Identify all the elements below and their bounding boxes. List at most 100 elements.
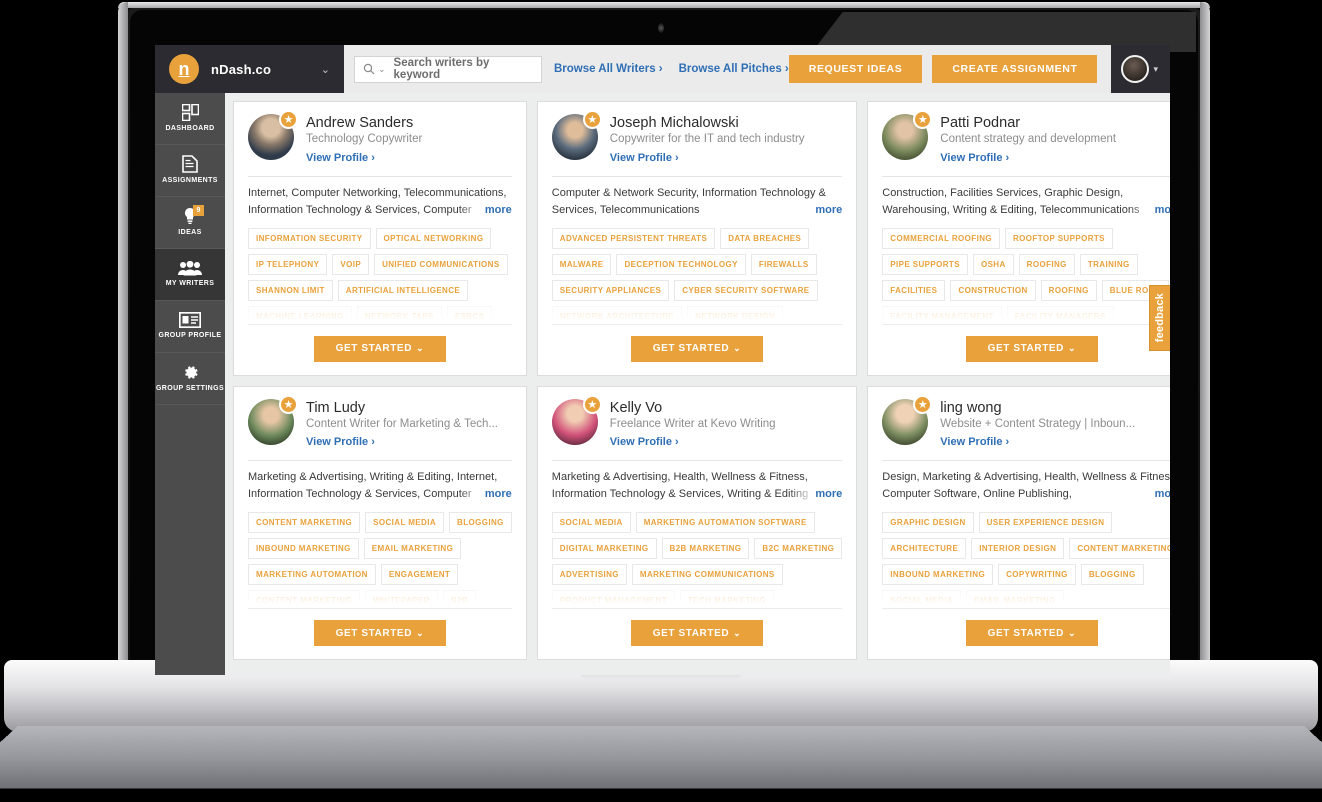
topic-tag[interactable]: NETWORK ARCHITECTURE — [551, 305, 683, 324]
search-input[interactable]: ⌄ Search writers by keyword — [353, 55, 542, 83]
topic-tag[interactable]: SOCIAL MEDIA — [882, 590, 962, 609]
topic-tag[interactable]: NETWORK DESIGN — [687, 305, 783, 324]
topic-tag[interactable]: B2B — [442, 590, 477, 609]
browse-all-writers-link[interactable]: Browse All Writers › — [554, 63, 663, 75]
topic-tag[interactable]: INBOUND MARKETING — [248, 538, 359, 560]
sidebar-item-ideas[interactable]: 9 IDEAS — [155, 197, 225, 249]
sidebar-item-my-writers[interactable]: MY WRITERS — [155, 249, 225, 301]
topic-tag[interactable]: IP TELEPHONY — [248, 253, 328, 275]
topic-tag[interactable]: EMAIL MARKETING — [363, 538, 462, 560]
get-started-button[interactable]: GET STARTED ⌄ — [630, 620, 764, 647]
browse-all-pitches-link[interactable]: Browse All Pitches › — [679, 63, 789, 75]
view-profile-link[interactable]: View Profile › — [306, 436, 375, 448]
sidebar-item-group-settings[interactable]: GROUP SETTINGS — [155, 353, 225, 405]
more-link[interactable]: more — [789, 201, 843, 219]
more-link[interactable]: more — [458, 201, 512, 219]
more-link[interactable]: more — [1128, 486, 1170, 504]
topic-tag[interactable]: B2C MARKETING — [754, 538, 843, 560]
topic-tag[interactable]: FACILITY MANAGEMENT — [882, 305, 1002, 324]
topic-tag[interactable]: SOCIAL MEDIA — [365, 512, 445, 534]
topic-tag[interactable]: MARKETING AUTOMATION — [248, 564, 376, 586]
topic-tag[interactable]: CONTENT MARKETING — [1069, 538, 1170, 560]
topic-tag[interactable]: BLOGGING — [449, 512, 512, 534]
view-profile-link[interactable]: View Profile › — [610, 152, 679, 164]
topic-tag[interactable]: PIPE SUPPORTS — [882, 253, 968, 275]
writer-industries: Construction, Facilities Services, Graph… — [882, 185, 1170, 219]
topic-tag[interactable]: CONTENT MARKETING — [248, 590, 361, 609]
topic-tag[interactable]: MACHINE LEARNING — [248, 305, 352, 324]
topic-tag[interactable]: ESBCS — [446, 305, 493, 324]
feedback-tab[interactable]: feedback — [1149, 285, 1170, 351]
topic-tag[interactable]: GRAPHIC DESIGN — [882, 512, 974, 534]
get-started-button[interactable]: GET STARTED ⌄ — [965, 335, 1099, 362]
tag-row: INBOUND MARKETING EMAIL MARKETING — [248, 538, 512, 560]
topic-tag[interactable]: ADVERTISING — [551, 564, 627, 586]
topic-tag[interactable]: ROOFING — [1040, 279, 1097, 301]
brand-selector[interactable]: n nDash.co ⌄ — [155, 45, 344, 93]
sidebar-item-assignments[interactable]: ASSIGNMENTS — [155, 145, 225, 197]
get-started-button[interactable]: GET STARTED ⌄ — [313, 335, 447, 362]
sidebar-item-label: MY WRITERS — [165, 279, 215, 287]
topic-tag[interactable]: ARCHITECTURE — [882, 538, 967, 560]
more-link[interactable]: more — [1128, 201, 1170, 219]
sidebar-item-group-profile[interactable]: GROUP PROFILE — [155, 301, 225, 353]
topic-tag[interactable]: MALWARE — [551, 253, 612, 275]
topic-tag[interactable]: ROOFTOP SUPPORTS — [1005, 227, 1113, 249]
writer-header: ★ ling wong Website + Content Strategy | I… — [882, 394, 1170, 451]
topic-tag[interactable]: VOIP — [332, 253, 370, 275]
topic-tag[interactable]: EMAIL MARKETING — [966, 590, 1064, 609]
topic-tag[interactable]: PRODUCT MANAGEMENT — [551, 590, 675, 609]
more-link[interactable]: more — [789, 486, 843, 504]
topic-tag[interactable]: NETWORK TAPS — [356, 305, 442, 324]
id-card-icon — [179, 312, 201, 329]
topic-tag[interactable]: SOCIAL MEDIA — [551, 512, 631, 534]
get-started-button[interactable]: GET STARTED ⌄ — [313, 620, 447, 647]
topic-tag[interactable]: OPTICAL NETWORKING — [375, 227, 492, 249]
topic-tag[interactable]: B2B MARKETING — [661, 538, 750, 560]
account-menu[interactable]: ▾ — [1111, 45, 1170, 93]
view-profile-link[interactable]: View Profile › — [610, 436, 679, 448]
search-filter-chevron-icon[interactable]: ⌄ — [378, 64, 386, 75]
topic-tag[interactable]: OSHA — [972, 253, 1014, 275]
topic-tag[interactable]: INFORMATION SECURITY — [248, 227, 371, 249]
topic-tag[interactable]: FACILITY MANAGERS — [1006, 305, 1114, 324]
topic-tag[interactable]: CONTENT MARKETING — [248, 512, 361, 534]
topic-tag[interactable]: MARKETING COMMUNICATIONS — [631, 564, 783, 586]
topic-tag[interactable]: ROOFING — [1018, 253, 1075, 275]
topic-tag[interactable]: TECH MARKETING — [680, 590, 775, 609]
topic-tag[interactable]: INBOUND MARKETING — [882, 564, 994, 586]
topic-tag[interactable]: ADVANCED PERSISTENT THREATS — [551, 227, 716, 249]
topic-tag[interactable]: MARKETING AUTOMATION SOFTWARE — [635, 512, 815, 534]
view-profile-link[interactable]: View Profile › — [306, 152, 375, 164]
topic-tag[interactable]: COMMERCIAL ROOFING — [882, 227, 1000, 249]
more-link[interactable]: more — [458, 486, 512, 504]
topic-tag[interactable]: FIREWALLS — [750, 253, 817, 275]
topic-tag[interactable]: CONSTRUCTION — [950, 279, 1036, 301]
topic-tag[interactable]: COPYWRITING — [998, 564, 1076, 586]
topic-tag[interactable]: BLOGGING — [1080, 564, 1144, 586]
topic-tag[interactable]: UNIFIED COMMUNICATIONS — [374, 253, 508, 275]
topic-tag[interactable]: USER EXPERIENCE DESIGN — [978, 512, 1113, 534]
writer-card: ★ Kelly Vo Freelance Writer at Kevo Writin… — [536, 385, 858, 661]
topic-tag[interactable]: WHITEPAPER — [365, 590, 438, 609]
topic-tag[interactable]: TRAINING — [1079, 253, 1138, 275]
topic-tag[interactable]: INTERIOR DESIGN — [971, 538, 1065, 560]
view-profile-link[interactable]: View Profile › — [940, 152, 1009, 164]
topic-tag[interactable]: SHANNON LIMIT — [248, 279, 333, 301]
view-profile-link[interactable]: View Profile › — [940, 436, 1009, 448]
request-ideas-button[interactable]: REQUEST IDEAS — [788, 55, 923, 83]
topic-tag[interactable]: FACILITIES — [882, 279, 946, 301]
topic-tag[interactable]: ARTIFICIAL INTELLIGENCE — [337, 279, 469, 301]
create-assignment-button[interactable]: CREATE ASSIGNMENT — [932, 55, 1098, 83]
topic-tag[interactable]: DECEPTION TECHNOLOGY — [616, 253, 746, 275]
topic-tag[interactable]: ENGAGEMENT — [380, 564, 459, 586]
topic-tag[interactable]: DATA BREACHES — [720, 227, 810, 249]
topic-tag[interactable]: CYBER SECURITY SOFTWARE — [674, 279, 818, 301]
sidebar-item-dashboard[interactable]: DASHBOARD — [155, 93, 225, 145]
get-started-button[interactable]: GET STARTED ⌄ — [965, 620, 1099, 647]
writer-card-footer: GET STARTED ⌄ — [882, 323, 1170, 375]
topic-tag[interactable]: SECURITY APPLIANCES — [551, 279, 670, 301]
topic-tag[interactable]: DIGITAL MARKETING — [551, 538, 657, 560]
get-started-button[interactable]: GET STARTED ⌄ — [630, 335, 764, 362]
sidebar-item-label: DASHBOARD — [165, 124, 215, 132]
